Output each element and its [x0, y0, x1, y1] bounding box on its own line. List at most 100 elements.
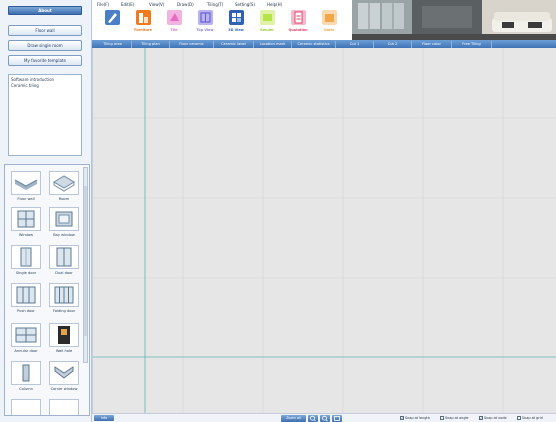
palette-item-column[interactable]: Column — [7, 361, 45, 395]
palette-scroll-thumb[interactable] — [84, 186, 87, 336]
checkbox[interactable]: ✓ — [479, 416, 483, 420]
tab-floor-ceramic[interactable]: Floor ceramic — [170, 41, 214, 48]
palette-item-dual-door[interactable]: Dual door — [45, 245, 83, 279]
single-door-icon — [11, 245, 41, 269]
menu-file[interactable]: File(F) — [97, 2, 109, 7]
info-button[interactable]: Info — [94, 415, 114, 421]
snap-label: Snap at angle — [445, 416, 469, 420]
palette-item-label: Push door — [17, 309, 35, 313]
toolbar-tile-button[interactable]: Tile — [161, 10, 187, 38]
tab-cut-1[interactable]: Cut 1 — [336, 41, 374, 48]
menu-draw[interactable]: Draw(D) — [177, 2, 194, 7]
top-view-icon — [198, 10, 213, 25]
draw-single-room-button[interactable]: Draw single room — [8, 40, 82, 51]
palette-item-more[interactable] — [7, 399, 45, 415]
more-item-icon — [49, 399, 79, 415]
annular-door-icon — [11, 323, 41, 347]
snap-label: Snap at node — [484, 416, 507, 420]
zoom-out-icon — [322, 415, 328, 422]
palette-item-push-door[interactable]: Push door — [7, 283, 45, 317]
palette-item-annular-door[interactable]: Annular door — [7, 323, 45, 357]
about-button[interactable]: About — [8, 6, 82, 15]
tab-location-mark[interactable]: Location mark — [254, 41, 292, 48]
intro-list: Software introduction Ceramic tiling — [8, 74, 82, 156]
zoom-fit-button[interactable] — [332, 415, 342, 422]
tab-tiling-area[interactable]: Tiling area — [94, 41, 132, 48]
quotation-icon — [291, 10, 306, 25]
window-icon — [11, 207, 41, 231]
zoom-all-button[interactable]: Zoom all — [281, 415, 306, 422]
snap-length-toggle[interactable]: ✓Snap at length — [400, 416, 430, 420]
toolbar-label: Furniture — [134, 28, 152, 32]
menu-setting[interactable]: Setting(S) — [235, 2, 255, 7]
menu-edit[interactable]: Edit(E) — [121, 2, 134, 7]
column-icon — [11, 361, 41, 385]
tab-floor-color[interactable]: Floor color — [412, 41, 452, 48]
menu-tiling[interactable]: Tiling(T) — [207, 2, 223, 7]
tab-cut-2[interactable]: Cut 2 — [374, 41, 412, 48]
tab-ceramic-statistics[interactable]: Ceramic statistics — [292, 41, 336, 48]
palette-item-single-door[interactable]: Single door — [7, 245, 45, 279]
more-item-icon — [11, 399, 41, 415]
checkbox[interactable]: ✓ — [400, 416, 404, 420]
toolbar-render-button[interactable]: Render — [254, 10, 280, 38]
snap-label: Snap at length — [405, 416, 430, 420]
list-item[interactable]: Ceramic tiling — [11, 83, 79, 89]
dual-door-icon — [49, 245, 79, 269]
floor-wall-button[interactable]: Floor wall — [8, 25, 82, 36]
toolbar-3d-view-button[interactable]: 3D View — [223, 10, 249, 38]
snap-node-toggle[interactable]: ✓Snap at node — [479, 416, 507, 420]
palette-item-label: Bay window — [53, 233, 75, 237]
palette-scrollbar[interactable] — [83, 167, 88, 363]
toolbar-top-view-button[interactable]: Top View — [192, 10, 218, 38]
palette-item-window[interactable]: Window — [7, 207, 45, 241]
left-panel: About Floor wall Draw single room My fav… — [0, 0, 92, 422]
zoom-fit-icon — [334, 416, 340, 421]
toolbar-label: Stats — [324, 28, 334, 32]
palette-item-floor-wall[interactable]: Floor wall — [7, 171, 45, 205]
drawing-canvas[interactable] — [92, 48, 556, 413]
toolbar-label: Render — [260, 28, 274, 32]
checkbox[interactable] — [440, 416, 444, 420]
toolbar-label: Top View — [196, 28, 214, 32]
palette-item-label: Dual door — [55, 271, 73, 275]
tab-free-tiling[interactable]: Free Tiling — [452, 41, 492, 48]
palette-item-room[interactable]: Room — [45, 171, 83, 205]
palette-item-label: Room — [58, 197, 70, 201]
tab-tiling-plan[interactable]: Tiling plan — [132, 41, 170, 48]
palette-item-more[interactable] — [45, 399, 83, 415]
zoom-in-button[interactable] — [308, 415, 318, 422]
folding-door-icon — [49, 283, 79, 307]
palette-item-label: Single door — [15, 271, 37, 275]
palette-item-label: Corner window — [50, 387, 78, 391]
pencil-icon — [105, 10, 120, 25]
tab-bar: Tiling area Tiling plan Floor ceramic Ce… — [92, 40, 556, 48]
snap-grid-toggle[interactable]: Snap at grid — [517, 416, 543, 420]
palette-item-corner-window[interactable]: Corner window — [45, 361, 83, 395]
toolbar-stats-button[interactable]: Stats — [316, 10, 342, 38]
toolbar-label: Quotation — [288, 28, 308, 32]
favorite-template-button[interactable]: My favorite template — [8, 55, 82, 66]
corner-window-icon — [49, 361, 79, 385]
toolbar: Furniture Tile Top View 3D View Render Q… — [93, 9, 353, 39]
toolbar-design-button[interactable] — [99, 10, 125, 38]
snap-angle-toggle[interactable]: Snap at angle — [440, 416, 469, 420]
tab-ceramic-label[interactable]: Ceramic label — [214, 41, 254, 48]
menu-help[interactable]: Help(H) — [267, 2, 282, 7]
palette-item-wall-hole[interactable]: Wall hole — [45, 323, 83, 357]
toolbar-furniture-button[interactable]: Furniture — [130, 10, 156, 38]
checkbox[interactable] — [517, 416, 521, 420]
toolbar-quotation-button[interactable]: Quotation — [285, 10, 311, 38]
palette-item-bay-window[interactable]: Bay window — [45, 207, 83, 241]
menu-bar: File(F) Edit(E) View(V) Draw(D) Tiling(T… — [93, 0, 353, 9]
palette-item-folding-door[interactable]: Folding door — [45, 283, 83, 317]
render-icon — [260, 10, 275, 25]
room-icon — [49, 171, 79, 195]
menu-view[interactable]: View(V) — [149, 2, 164, 7]
component-palette: Floor wall Room Window Bay window Single… — [4, 164, 90, 416]
zoom-out-button[interactable] — [320, 415, 330, 422]
snap-label: Snap at grid — [522, 416, 543, 420]
stats-icon — [322, 10, 337, 25]
tile-icon — [167, 10, 182, 25]
grid-3d-icon — [229, 10, 244, 25]
